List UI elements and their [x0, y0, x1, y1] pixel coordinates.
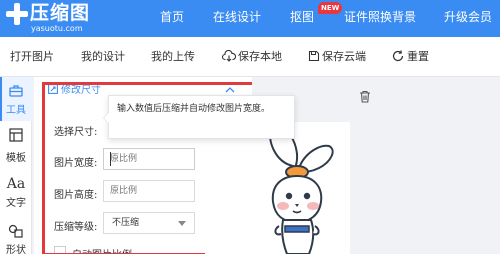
resize-section-title: 修改尺寸 — [61, 85, 101, 96]
template-icon — [9, 128, 23, 142]
reset-label: 重置 — [407, 50, 429, 63]
image-width-label: 图片宽度: — [54, 158, 98, 169]
my-uploads-button[interactable]: 我的上传 — [151, 37, 195, 77]
save-local-label: 保存本地 — [238, 50, 282, 63]
open-image-label: 打开图片 — [10, 50, 54, 63]
rail-item-text[interactable]: Aa 文字 — [0, 173, 32, 217]
logo[interactable]: 压缩图 yasuotu.com — [0, 0, 120, 37]
image-height-label: 图片高度: — [54, 190, 98, 201]
dropdown-arrow-icon — [178, 221, 186, 226]
select-size-label: 选择尺寸: — [54, 127, 98, 138]
reset-icon — [392, 50, 404, 62]
save-icon — [308, 50, 320, 62]
nav-item-cutout[interactable]: 抠图 — [290, 0, 314, 37]
logo-domain: yasuotu.com — [31, 24, 83, 33]
resize-section-header[interactable]: 修改尺寸 — [48, 84, 101, 98]
chevron-up-icon[interactable] — [225, 86, 235, 94]
save-local-button[interactable]: 保存本地 — [221, 37, 282, 77]
rail-item-text-label: 文字 — [6, 198, 26, 209]
toolbox-icon — [9, 85, 23, 97]
nav-item-home[interactable]: 首页 — [160, 0, 184, 37]
rail-item-tools[interactable]: 工具 — [0, 77, 32, 121]
tool-rail: 工具 模板 Aa 文字 形状 — [0, 77, 32, 254]
nav-item-id-photo-background[interactable]: 证件照换背景 — [344, 0, 416, 37]
compress-level-label: 压缩等级: — [54, 222, 98, 233]
rail-item-shapes[interactable]: 形状 — [0, 217, 32, 254]
editor-toolbar: 打开图片 我的设计 我的上传 保存本地 保存云端 重置 — [0, 37, 500, 77]
canvas-artboard[interactable] — [205, 122, 350, 254]
compress-level-select[interactable]: 不压缩 — [103, 212, 195, 234]
nav-item-online-design[interactable]: 在线设计 — [213, 0, 261, 37]
text-caret — [110, 152, 111, 166]
resize-icon — [48, 84, 58, 94]
new-badge: NEW — [318, 2, 343, 14]
image-width-input[interactable] — [103, 148, 195, 170]
text-icon: Aa — [6, 176, 26, 192]
auto-ratio-checkbox[interactable] — [54, 246, 66, 254]
image-height-input[interactable] — [103, 180, 195, 202]
logo-title: 压缩图 — [30, 2, 91, 24]
open-image-button[interactable]: 打开图片 — [10, 37, 54, 77]
rail-item-templates-label: 模板 — [6, 153, 26, 164]
save-cloud-button[interactable]: 保存云端 — [308, 37, 366, 77]
my-designs-label: 我的设计 — [81, 50, 125, 63]
top-nav: 压缩图 yasuotu.com 首页 在线设计 抠图 NEW 证件照换背景 升级… — [0, 0, 500, 37]
auto-ratio-label: 自动图片比例 — [72, 246, 132, 254]
nav-item-upgrade-vip[interactable]: 升级会员 — [444, 0, 492, 37]
rabbit-illustration — [269, 124, 334, 254]
my-designs-button[interactable]: 我的设计 — [81, 37, 125, 77]
save-cloud-label: 保存云端 — [322, 50, 366, 63]
rail-item-shapes-label: 形状 — [6, 245, 26, 254]
reset-button[interactable]: 重置 — [392, 37, 429, 77]
trash-icon[interactable] — [359, 90, 371, 103]
my-uploads-label: 我的上传 — [151, 50, 195, 63]
cloud-download-icon — [221, 49, 237, 62]
logo-icon — [6, 3, 28, 25]
rail-item-tools-label: 工具 — [6, 105, 26, 116]
resize-tooltip-text: 输入数值后压缩并自动修改图片宽度。 — [117, 104, 271, 114]
resize-tooltip: 输入数值后压缩并自动修改图片宽度。 — [103, 95, 295, 139]
shape-icon — [8, 224, 23, 238]
rail-item-templates[interactable]: 模板 — [0, 121, 32, 165]
compress-level-value: 不压缩 — [112, 218, 140, 228]
